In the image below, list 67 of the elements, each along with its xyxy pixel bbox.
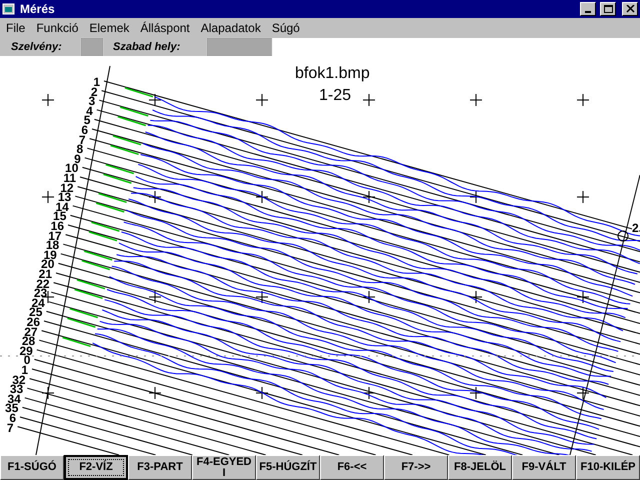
maximize-icon <box>604 5 612 13</box>
range-label: 1-25 <box>319 88 352 104</box>
row-label: 2 <box>90 86 98 98</box>
minimize-button[interactable] <box>580 2 596 16</box>
menu-item[interactable]: Súgó <box>272 19 300 37</box>
menu-item[interactable]: Álláspont <box>140 19 190 37</box>
close-button[interactable] <box>622 2 638 16</box>
function-key-button[interactable]: F10-KILÉP <box>576 455 640 480</box>
function-key-button[interactable]: F7->> <box>384 455 448 480</box>
row-label: 13 <box>58 191 72 204</box>
close-icon <box>626 5 634 13</box>
function-key-button[interactable]: F6-<< <box>320 455 384 480</box>
row-label: 33 <box>10 383 24 396</box>
function-key-button[interactable]: F2-VÍZ <box>64 455 128 480</box>
free-space-label: Szabad hely: <box>113 40 180 55</box>
row-label: 21 <box>38 268 52 280</box>
row-label: 0 <box>24 354 30 366</box>
row-label: 22 <box>36 278 50 290</box>
row-label: 18 <box>46 239 60 252</box>
row-label: 11 <box>63 172 76 184</box>
row-label: 14 <box>55 200 69 213</box>
row-label: 9 <box>74 152 81 165</box>
row-label: 5 <box>84 114 90 126</box>
row-label: 19 <box>43 248 57 261</box>
function-key-button[interactable]: F3-PART <box>128 455 192 480</box>
row-label: 1 <box>93 76 100 88</box>
window-title: Mérés <box>20 1 55 18</box>
free-space-field[interactable] <box>207 38 272 56</box>
row-label: 26 <box>26 316 40 328</box>
row-label: 7 <box>6 422 14 434</box>
row-label: 23 <box>34 287 48 300</box>
station-label: Szelvény: <box>11 40 63 55</box>
function-key-button[interactable]: F1-SÚGÓ <box>0 455 64 480</box>
row-label: 2 <box>632 222 639 234</box>
row-label: 4 <box>86 104 93 117</box>
menu-item[interactable]: Alapadatok <box>200 19 261 37</box>
function-key-button[interactable]: F9-VÁLT <box>512 455 576 480</box>
row-label: 34 <box>7 392 21 405</box>
row-label: 35 <box>5 402 18 414</box>
station-field[interactable] <box>81 38 103 56</box>
menu-item[interactable]: File <box>6 19 26 37</box>
row-label: 3 <box>88 95 96 108</box>
file-title: bfok1.bmp <box>295 66 370 82</box>
row-label: 29 <box>19 344 33 357</box>
function-key-button[interactable]: F4-EGYEDI <box>192 455 256 480</box>
row-label: 8 <box>76 143 84 156</box>
row-label: 15 <box>53 210 66 222</box>
maximize-button[interactable] <box>600 2 616 16</box>
row-label: 6 <box>81 124 88 136</box>
function-key-button[interactable]: F8-JELÖL <box>448 455 512 480</box>
row-label: 28 <box>22 335 36 348</box>
row-label: 24 <box>31 296 45 309</box>
row-label: 12 <box>60 182 74 194</box>
row-label: 6 <box>9 412 16 424</box>
app-icon <box>2 3 16 15</box>
row-label: 7 <box>78 134 86 146</box>
menu-item[interactable]: Funkció <box>36 19 78 37</box>
menu-item[interactable]: Elemek <box>89 19 130 37</box>
row-label: 17 <box>48 230 62 242</box>
row-label: 16 <box>50 220 64 232</box>
row-label: 32 <box>12 374 26 386</box>
function-key-button[interactable]: F5-HÚGZÍT <box>256 455 320 480</box>
row-label: 25 <box>29 306 42 318</box>
row-label: 20 <box>41 258 54 270</box>
row-label: 1 <box>21 364 28 376</box>
row-label: 10 <box>65 162 78 174</box>
row-label: 27 <box>24 326 38 338</box>
